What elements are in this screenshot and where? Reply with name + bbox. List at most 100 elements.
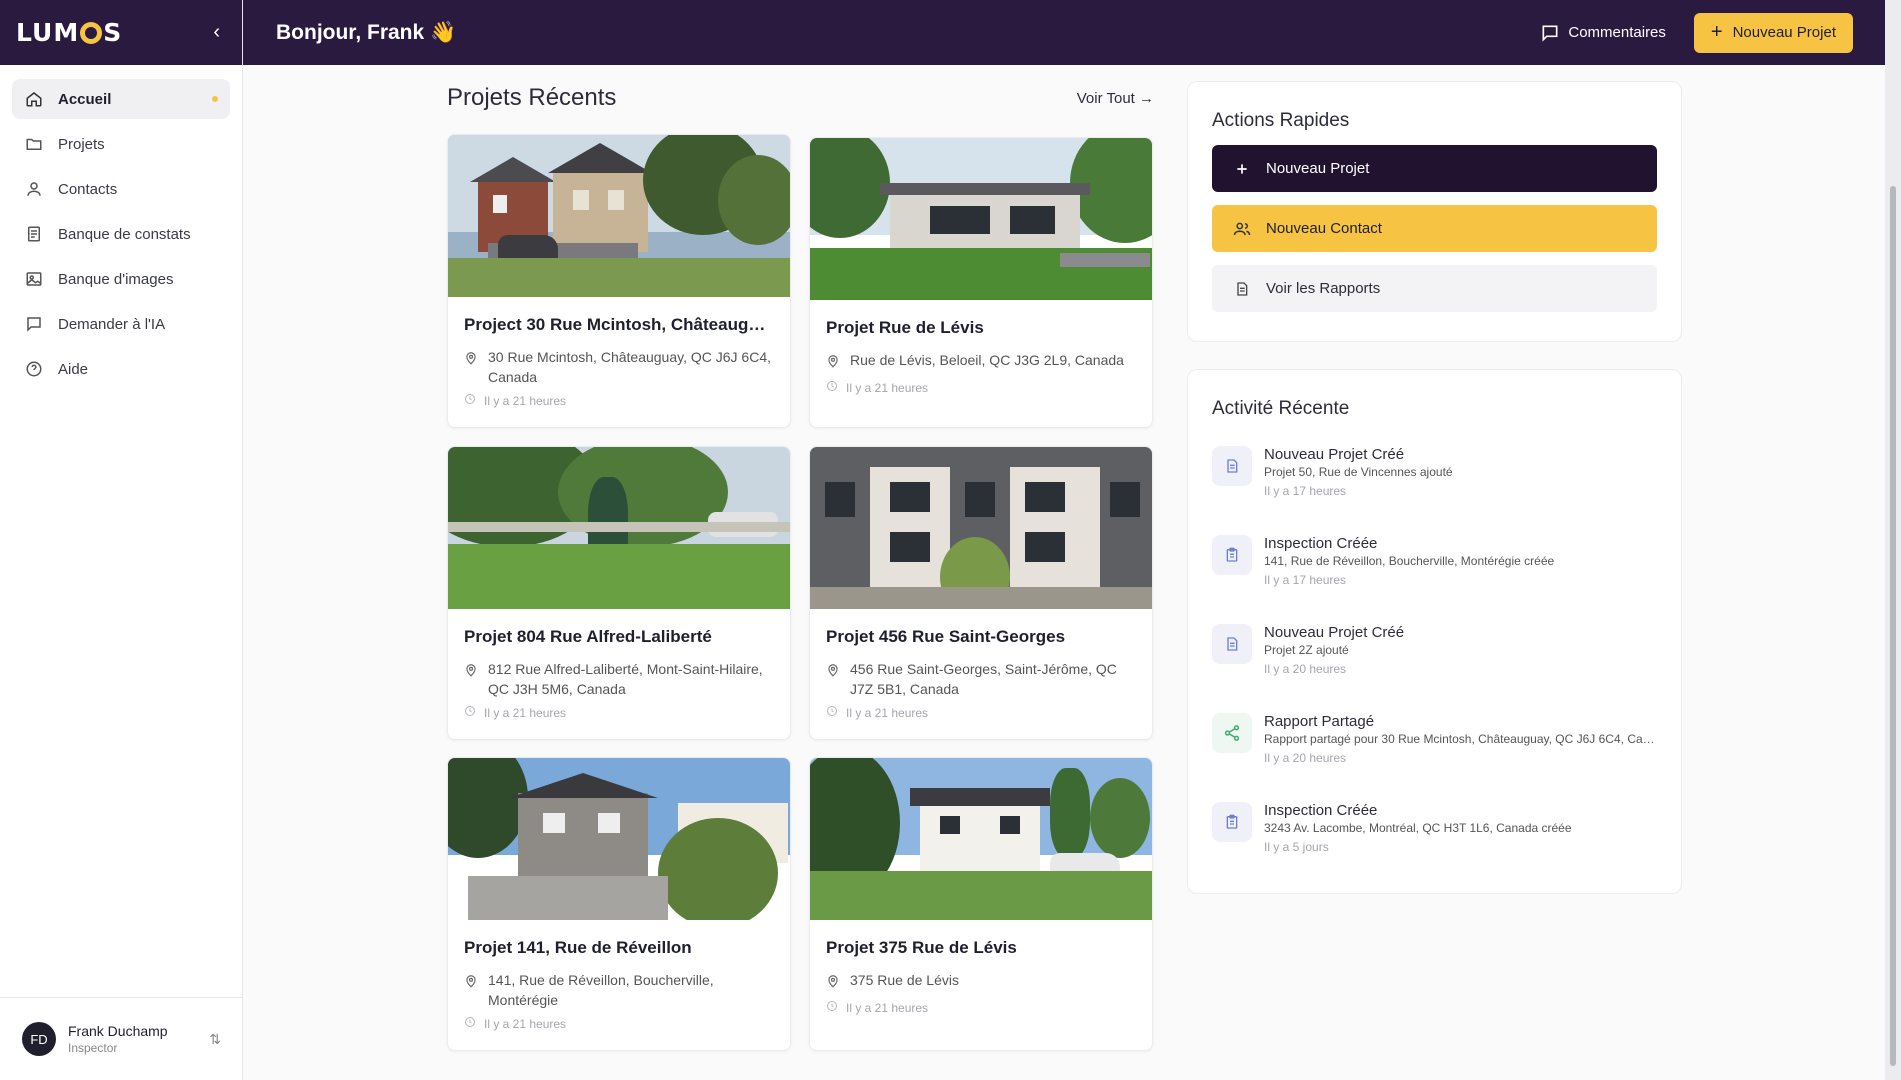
activity-item[interactable]: Nouveau Projet Créé Projet 2Z ajouté Il … — [1212, 624, 1657, 713]
sidebar-nav: Accueil Projets Contacts Banque de const… — [0, 65, 242, 408]
user-name: Frank Duchamp — [68, 1023, 168, 1039]
clock-icon — [826, 380, 846, 395]
greeting: Bonjour, Frank 👋 — [276, 20, 457, 44]
project-grid: Project 30 Rue Mcintosh, Châteaugua... 3… — [447, 134, 1154, 1074]
app-logo[interactable]: LUM S — [16, 18, 122, 47]
activity-item[interactable]: Inspection Créée 141, Rue de Réveillon, … — [1212, 535, 1657, 624]
chat-icon — [24, 314, 44, 334]
user-profile[interactable]: FD Frank Duchamp Inspector ⇅ — [0, 997, 243, 1080]
location-pin-icon — [464, 970, 488, 1010]
help-icon — [24, 359, 44, 379]
clock-icon — [826, 705, 846, 720]
project-time: Il y a 21 heures — [846, 1000, 929, 1015]
activity-time: Il y a 17 heures — [1264, 573, 1347, 587]
project-time: Il y a 21 heures — [846, 705, 929, 720]
activity-time: Il y a 17 heures — [1264, 484, 1347, 498]
scrollbar-thumb[interactable] — [1890, 186, 1896, 1066]
project-address: 375 Rue de Lévis — [850, 972, 959, 988]
project-title: Projet 804 Rue Alfred-Laliberté — [464, 627, 712, 646]
comments-button[interactable]: Commentaires — [1540, 23, 1666, 43]
section-title: Projets Récents — [447, 84, 617, 111]
activity-title: Nouveau Projet Créé — [1264, 446, 1405, 463]
avatar: FD — [22, 1022, 56, 1056]
project-photo — [810, 447, 1152, 609]
clock-icon — [464, 705, 484, 720]
sidebar-item-label: Projets — [58, 135, 105, 153]
folder-icon — [24, 134, 44, 154]
sidebar-item-projets[interactable]: Projets — [12, 124, 230, 164]
sidebar-item-label: Demander à l'IA — [58, 315, 166, 333]
activity-description: Rapport partagé pour 30 Rue Mcintosh, Ch… — [1264, 732, 1659, 746]
share-icon — [1212, 713, 1252, 753]
location-pin-icon — [826, 970, 850, 994]
project-title: Project 30 Rue Mcintosh, Châteaugua... — [464, 315, 774, 334]
project-time: Il y a 21 heures — [484, 1016, 567, 1031]
project-card[interactable]: Projet 456 Rue Saint-Georges 456 Rue Sai… — [809, 446, 1153, 740]
page-scrollbar[interactable] — [1885, 0, 1901, 1080]
project-address: 456 Rue Saint-Georges, Saint-Jérôme, QC … — [850, 661, 1117, 697]
recent-projects: Projets Récents Voir Tout → Project 30 R… — [447, 80, 1154, 1074]
button-label: Voir les Rapports — [1266, 280, 1381, 297]
document-icon — [1212, 446, 1252, 486]
clock-icon — [464, 393, 484, 408]
project-title: Projet 141, Rue de Réveillon — [464, 938, 692, 957]
clock-icon — [464, 1016, 484, 1031]
document-list-icon — [24, 224, 44, 244]
new-project-label: Nouveau Projet — [1732, 24, 1836, 41]
project-address: 30 Rue Mcintosh, Châteauguay, QC J6J 6C4… — [488, 349, 772, 385]
document-icon — [1212, 624, 1252, 664]
home-icon — [24, 89, 44, 109]
comment-icon — [1542, 25, 1558, 42]
activity-description: Projet 2Z ajouté — [1264, 643, 1349, 657]
sidebar-item-contacts[interactable]: Contacts — [12, 169, 230, 209]
project-photo — [448, 447, 790, 609]
project-card[interactable]: Projet 375 Rue de Lévis 375 Rue de Lévis… — [809, 757, 1153, 1051]
sidebar-item-demander-ia[interactable]: Demander à l'IA — [12, 304, 230, 344]
users-icon — [1232, 220, 1252, 238]
project-card[interactable]: Projet 141, Rue de Réveillon 141, Rue de… — [447, 757, 791, 1051]
project-photo — [448, 135, 790, 297]
new-project-button[interactable]: + Nouveau Projet — [1693, 12, 1853, 53]
quick-actions-panel: Actions Rapides Nouveau Projet Nouveau C… — [1187, 81, 1682, 342]
project-title: Projet 375 Rue de Lévis — [826, 938, 1017, 957]
project-title: Projet Rue de Lévis — [826, 318, 984, 337]
sidebar-item-aide[interactable]: Aide — [12, 349, 230, 389]
sidebar-item-banque-images[interactable]: Banque d'images — [12, 259, 230, 299]
activity-item[interactable]: Inspection Créée 3243 Av. Lacombe, Montr… — [1212, 802, 1657, 891]
project-card[interactable]: Project 30 Rue Mcintosh, Châteaugua... 3… — [447, 134, 791, 428]
sidebar-item-label: Banque de constats — [58, 225, 191, 243]
activity-time: Il y a 20 heures — [1264, 662, 1347, 676]
panel-title: Actions Rapides — [1212, 110, 1350, 131]
project-address: 812 Rue Alfred-Laliberté, Mont-Saint-Hil… — [488, 661, 763, 697]
project-card[interactable]: Projet 804 Rue Alfred-Laliberté 812 Rue … — [447, 446, 791, 740]
project-time: Il y a 21 heures — [484, 705, 567, 720]
sidebar-header: LUM S ‹ — [0, 0, 242, 65]
image-icon — [24, 269, 44, 289]
activity-description: Projet 50, Rue de Vincennes ajouté — [1264, 465, 1453, 479]
sidebar-item-label: Banque d'images — [58, 270, 174, 288]
sidebar: LUM S ‹ Accueil Projets Contacts Banque d… — [0, 0, 243, 1080]
button-label: Nouveau Projet — [1266, 160, 1370, 177]
user-icon — [24, 179, 44, 199]
sidebar-item-label: Contacts — [58, 180, 118, 198]
switch-account-icon[interactable]: ⇅ — [209, 1031, 221, 1048]
plus-icon: + — [1710, 21, 1723, 43]
activity-title: Inspection Créée — [1264, 802, 1378, 819]
project-photo — [810, 138, 1152, 300]
comments-label: Commentaires — [1568, 24, 1666, 41]
quick-view-reports-button[interactable]: Voir les Rapports — [1212, 265, 1657, 312]
collapse-sidebar-icon[interactable]: ‹ — [213, 21, 220, 44]
sidebar-item-banque-constats[interactable]: Banque de constats — [12, 214, 230, 254]
sidebar-item-accueil[interactable]: Accueil — [12, 79, 230, 119]
panel-title: Activité Récente — [1212, 398, 1350, 419]
project-title: Projet 456 Rue Saint-Georges — [826, 627, 1066, 646]
activity-item[interactable]: Rapport Partagé Rapport partagé pour 30 … — [1212, 713, 1659, 802]
quick-new-project-button[interactable]: Nouveau Projet — [1212, 145, 1657, 192]
activity-title: Rapport Partagé — [1264, 713, 1375, 730]
activity-time: Il y a 5 jours — [1264, 840, 1329, 854]
project-address: Rue de Lévis, Beloeil, QC J3G 2L9, Canad… — [850, 352, 1124, 368]
see-all-link[interactable]: Voir Tout → — [1077, 90, 1154, 107]
quick-new-contact-button[interactable]: Nouveau Contact — [1212, 205, 1657, 252]
activity-item[interactable]: Nouveau Projet Créé Projet 50, Rue de Vi… — [1212, 446, 1657, 535]
project-card[interactable]: Projet Rue de Lévis Rue de Lévis, Beloei… — [809, 137, 1153, 428]
